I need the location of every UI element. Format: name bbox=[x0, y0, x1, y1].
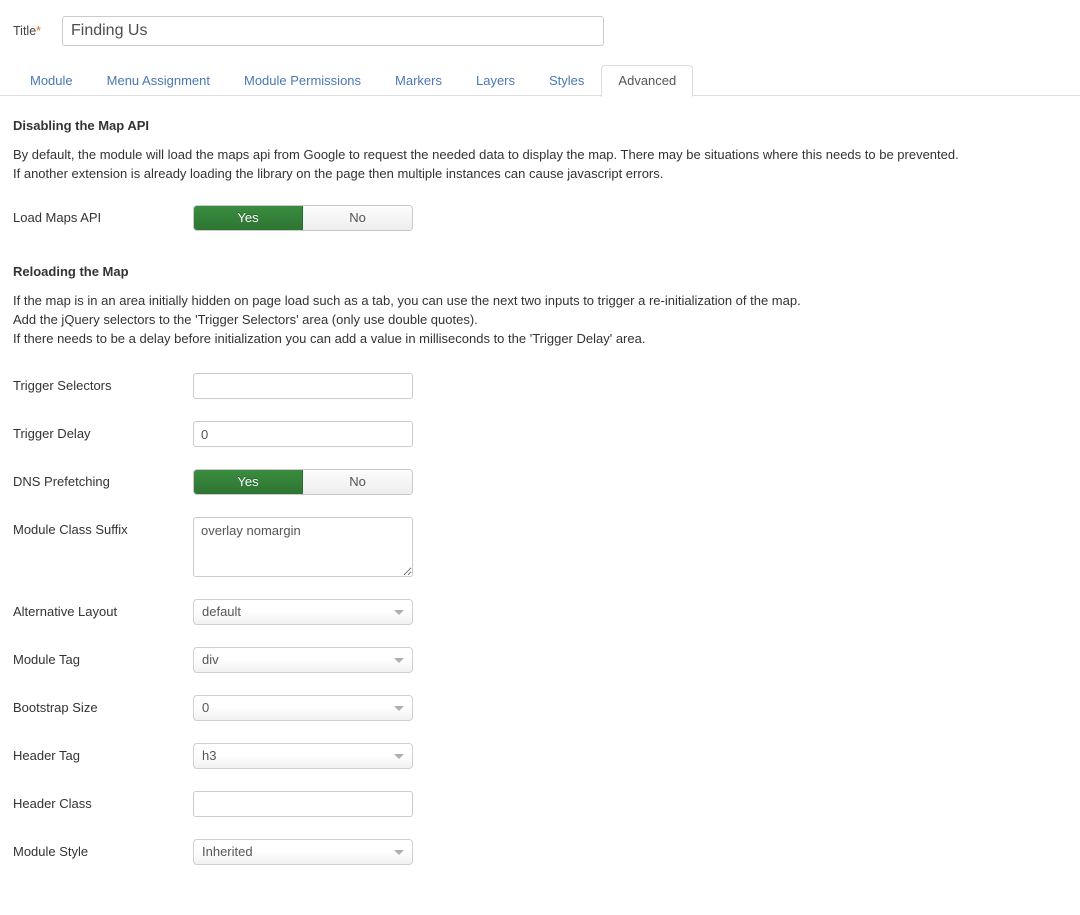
section-heading-reloading-map: Reloading the Map bbox=[13, 264, 129, 279]
tab-list: Module Menu Assignment Module Permission… bbox=[13, 58, 1080, 97]
field-row-load-maps-api: Load Maps API Yes No bbox=[13, 205, 1080, 231]
field-row-trigger-delay: Trigger Delay bbox=[13, 421, 1080, 447]
tab-bar: Module Menu Assignment Module Permission… bbox=[0, 58, 1080, 97]
section-paragraph-reloading-line1: If the map is in an area initially hidde… bbox=[13, 293, 801, 308]
field-row-module-style: Module Style Inherited bbox=[13, 839, 1080, 865]
header-tag-select-wrap: h3 bbox=[193, 743, 413, 769]
field-row-module-tag: Module Tag div bbox=[13, 647, 1080, 673]
module-style-select-wrap: Inherited bbox=[193, 839, 413, 865]
module-style-select[interactable]: Inherited bbox=[193, 839, 413, 865]
field-row-bootstrap-size: Bootstrap Size 0 bbox=[13, 695, 1080, 721]
alternative-layout-select-wrap: default bbox=[193, 599, 413, 625]
title-input[interactable] bbox=[62, 16, 604, 46]
title-field-row: Title* bbox=[0, 0, 1080, 46]
label-alternative-layout: Alternative Layout bbox=[13, 604, 118, 619]
label-module-class-suffix: Module Class Suffix bbox=[13, 522, 128, 537]
label-trigger-selectors: Trigger Selectors bbox=[13, 378, 112, 393]
label-module-style: Module Style bbox=[13, 844, 89, 859]
tab-markers[interactable]: Markers bbox=[378, 65, 459, 97]
tab-layers[interactable]: Layers bbox=[459, 65, 532, 97]
bootstrap-size-select[interactable]: 0 bbox=[193, 695, 413, 721]
advanced-panel: Disabling the Map API By default, the mo… bbox=[0, 96, 1080, 865]
tab-styles[interactable]: Styles bbox=[532, 65, 601, 97]
trigger-selectors-input[interactable] bbox=[193, 373, 413, 399]
label-module-tag: Module Tag bbox=[13, 652, 80, 667]
header-tag-select[interactable]: h3 bbox=[193, 743, 413, 769]
label-load-maps-api: Load Maps API bbox=[13, 210, 102, 225]
alternative-layout-select[interactable]: default bbox=[193, 599, 413, 625]
trigger-delay-input[interactable] bbox=[193, 421, 413, 447]
field-row-header-class: Header Class bbox=[13, 791, 1080, 817]
toggle-load-maps-api-yes[interactable]: Yes bbox=[194, 206, 303, 230]
tab-module-permissions[interactable]: Module Permissions bbox=[227, 65, 378, 97]
field-row-trigger-selectors: Trigger Selectors bbox=[13, 373, 1080, 399]
header-class-input[interactable] bbox=[193, 791, 413, 817]
label-dns-prefetching: DNS Prefetching bbox=[13, 474, 110, 489]
module-tag-select[interactable]: div bbox=[193, 647, 413, 673]
field-row-dns-prefetching: DNS Prefetching Yes No bbox=[13, 469, 1080, 495]
toggle-load-maps-api[interactable]: Yes No bbox=[193, 205, 413, 231]
bootstrap-size-select-wrap: 0 bbox=[193, 695, 413, 721]
required-asterisk: * bbox=[36, 24, 42, 38]
label-trigger-delay: Trigger Delay bbox=[13, 426, 91, 441]
section-paragraph-reloading-line2: Add the jQuery selectors to the 'Trigger… bbox=[13, 312, 478, 327]
field-row-module-class-suffix: Module Class Suffix bbox=[13, 517, 1080, 577]
toggle-load-maps-api-no[interactable]: No bbox=[303, 206, 412, 230]
field-row-alternative-layout: Alternative Layout default bbox=[13, 599, 1080, 625]
tab-module[interactable]: Module bbox=[13, 65, 90, 97]
section-paragraph-reloading-line3: If there needs to be a delay before init… bbox=[13, 331, 646, 346]
field-row-header-tag: Header Tag h3 bbox=[13, 743, 1080, 769]
toggle-dns-prefetching[interactable]: Yes No bbox=[193, 469, 413, 495]
title-label-text: Title bbox=[13, 24, 37, 38]
section-paragraph-disabling-line1: By default, the module will load the map… bbox=[13, 147, 959, 162]
module-tag-select-wrap: div bbox=[193, 647, 413, 673]
title-label: Title* bbox=[13, 24, 62, 38]
label-bootstrap-size: Bootstrap Size bbox=[13, 700, 98, 715]
toggle-dns-prefetching-no[interactable]: No bbox=[303, 470, 412, 494]
module-class-suffix-textarea[interactable] bbox=[193, 517, 413, 577]
section-heading-disabling-map-api: Disabling the Map API bbox=[13, 118, 150, 133]
label-header-class: Header Class bbox=[13, 796, 92, 811]
tab-menu-assignment[interactable]: Menu Assignment bbox=[90, 65, 227, 97]
section-paragraph-disabling-line2: If another extension is already loading … bbox=[13, 166, 664, 181]
toggle-dns-prefetching-yes[interactable]: Yes bbox=[194, 470, 303, 494]
tab-advanced[interactable]: Advanced bbox=[601, 65, 694, 97]
label-header-tag: Header Tag bbox=[13, 748, 80, 763]
